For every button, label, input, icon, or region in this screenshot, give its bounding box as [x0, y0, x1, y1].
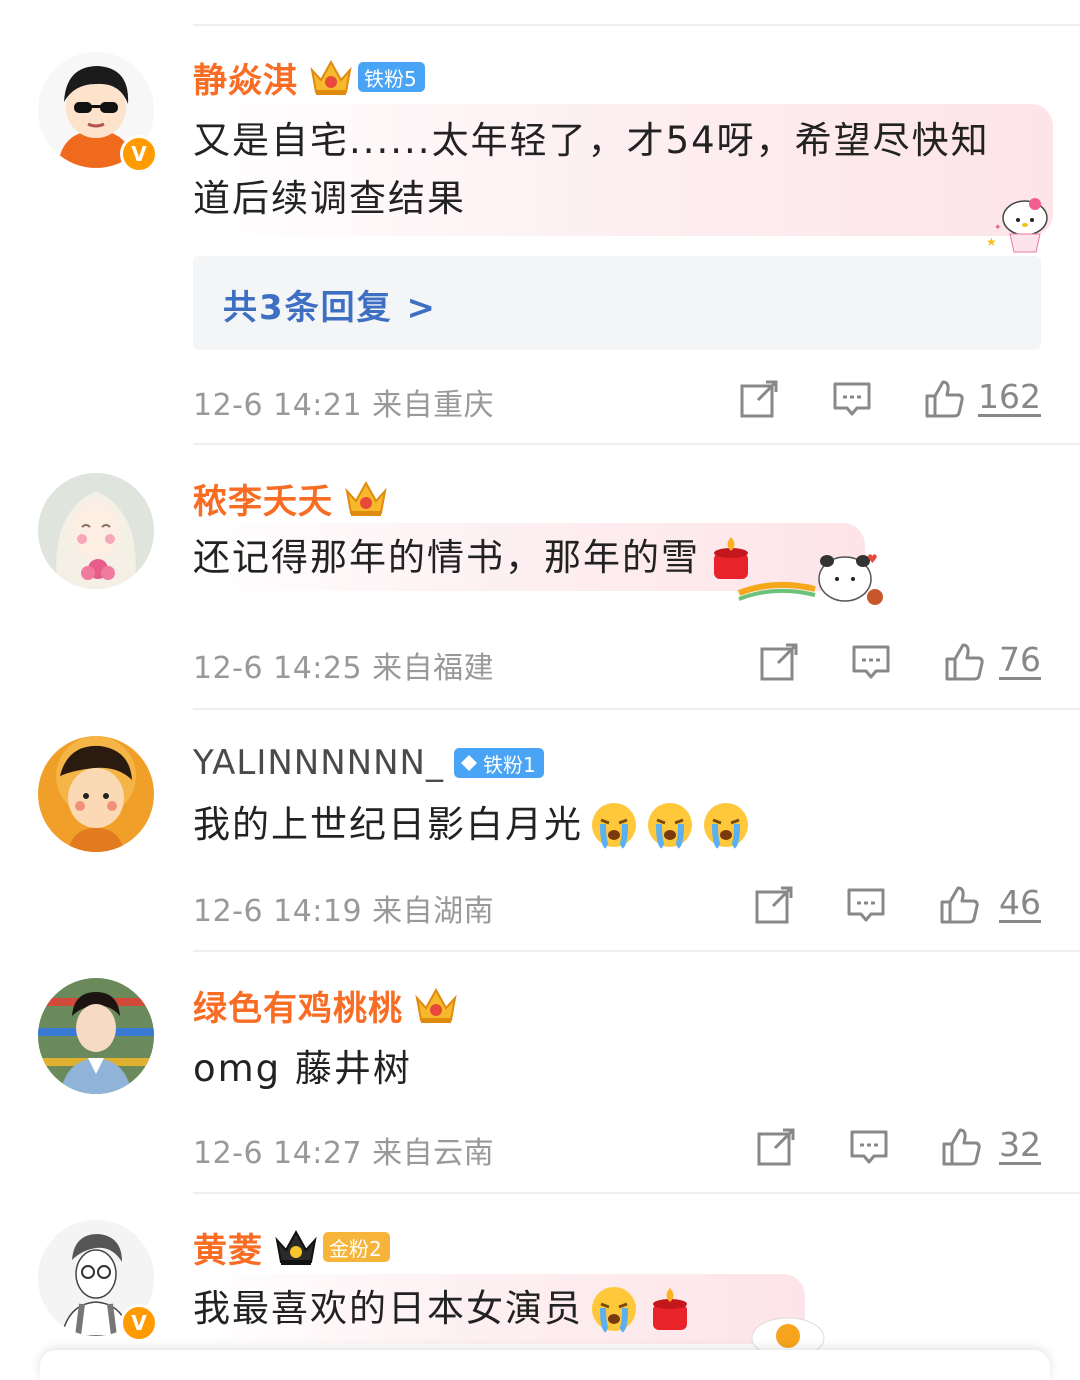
svg-text:★: ★: [986, 235, 997, 249]
comment-text-line: 道后续调查结果: [193, 177, 466, 220]
fan-badge[interactable]: 铁粉5: [358, 62, 425, 92]
crying-emoji: [701, 800, 751, 850]
crown-icon: [310, 59, 352, 95]
username-row: 秾李夭夭: [193, 473, 389, 523]
username-row: YALINNNNNN_ 铁粉1: [193, 738, 544, 788]
comment-item: YALINNNNNN_ 铁粉1 我的上世纪日影白月光 12-6 14:19 来自…: [0, 710, 1080, 952]
username[interactable]: YALINNNNNN_: [193, 743, 444, 783]
like-count[interactable]: 76: [999, 640, 1041, 679]
comment-item: V 黄菱 金粉2 我最喜欢的日本女演员: [0, 1194, 1080, 1368]
crown-icon: [345, 480, 387, 516]
fan-badge[interactable]: 金粉2: [323, 1232, 390, 1262]
crying-emoji: [589, 1284, 639, 1334]
verified-badge: V: [120, 135, 158, 173]
comment-text-line: 我最喜欢的日本女演员: [193, 1287, 583, 1330]
panda-sticker: ♥: [737, 552, 883, 605]
comment-text: 我最喜欢的日本女演员: [193, 1280, 695, 1338]
timestamp-location: 12-6 14:25 来自福建: [193, 651, 495, 686]
comment-item: 秾李夭夭 还记得那年的情书，那年的雪 ♥ 12-6 14:25 来自福建 76: [0, 445, 1080, 709]
comment-text: 又是自宅......太年轻了，才54呀，希望尽快知 道后续调查结果: [193, 112, 990, 228]
comment-text-line: 我的上世纪日影白月光: [193, 803, 583, 846]
candle-emoji: [645, 1284, 695, 1334]
username[interactable]: 绿色有鸡桃桃: [193, 981, 403, 1030]
username[interactable]: 静焱淇: [193, 53, 298, 102]
share-icon[interactable]: [753, 884, 795, 926]
crown-icon: [415, 987, 457, 1023]
comment-meta-row: 12-6 14:25 来自福建 76: [193, 637, 1041, 687]
comment-text: 还记得那年的情书，那年的雪: [193, 529, 756, 587]
avatar[interactable]: [38, 978, 154, 1094]
share-icon[interactable]: [755, 1126, 797, 1168]
hello-kitty-sticker: ★ ✦: [986, 198, 1048, 253]
thumbs-up-icon[interactable]: [940, 1126, 982, 1168]
username-row: 黄菱 金粉2: [193, 1222, 390, 1272]
username-row: 绿色有鸡桃桃: [193, 980, 459, 1030]
comment-text: 我的上世纪日影白月光: [193, 796, 751, 854]
replies-link[interactable]: 共3条回复 >: [223, 280, 437, 329]
crying-emoji: [645, 800, 695, 850]
comment-icon[interactable]: [850, 641, 892, 683]
crying-emoji: [589, 800, 639, 850]
username[interactable]: 黄菱: [193, 1223, 263, 1272]
comment-meta-row: 12-6 14:27 来自云南 32: [193, 1122, 1041, 1172]
diamond-icon: [460, 755, 477, 771]
timestamp-location: 12-6 14:27 来自云南: [193, 1136, 495, 1171]
avatar[interactable]: [38, 473, 154, 589]
comment-text-line: 又是自宅......太年轻了，才54呀，希望尽快知: [193, 119, 990, 162]
fan-badge-label: 铁粉1: [482, 752, 536, 777]
avatar[interactable]: [38, 736, 154, 852]
share-icon[interactable]: [738, 378, 780, 420]
replies-link-box[interactable]: 共3条回复 >: [193, 256, 1041, 350]
share-icon[interactable]: [758, 641, 800, 683]
username[interactable]: 秾李夭夭: [193, 474, 333, 523]
svg-text:✦: ✦: [994, 223, 1002, 233]
thumbs-up-icon[interactable]: [943, 641, 985, 683]
comment-icon[interactable]: [845, 884, 887, 926]
thumbs-up-icon[interactable]: [923, 378, 965, 420]
crown-icon: [275, 1229, 317, 1265]
like-count[interactable]: 162: [978, 377, 1041, 416]
timestamp-location: 12-6 14:19 来自湖南: [193, 894, 495, 929]
comment-item: 绿色有鸡桃桃 omg 藤井树 12-6 14:27 来自云南 32: [0, 952, 1080, 1194]
timestamp-location: 12-6 14:21 来自重庆: [193, 388, 495, 423]
fan-badge[interactable]: 铁粉1: [453, 748, 544, 778]
comment-meta-row: 12-6 14:21 来自重庆 162: [193, 374, 1041, 424]
thumbs-up-icon[interactable]: [938, 884, 980, 926]
comment-icon[interactable]: [848, 1126, 890, 1168]
bottom-panel-edge: [40, 1350, 1050, 1380]
username-row: 静焱淇 铁粉5: [193, 52, 425, 102]
verified-badge: V: [120, 1304, 158, 1342]
comment-meta-row: 12-6 14:19 来自湖南 46: [193, 880, 1041, 930]
like-count[interactable]: 32: [999, 1125, 1041, 1164]
svg-text:♥: ♥: [867, 552, 878, 566]
comment-text-line: 还记得那年的情书，那年的雪: [193, 536, 700, 579]
comment-item: V 静焱淇 铁粉5 又是自宅......太年轻了，才54呀，希望尽快知 道后续调…: [0, 0, 1080, 445]
comment-icon[interactable]: [831, 378, 873, 420]
comment-text-line: omg 藤井树: [193, 1047, 412, 1090]
comment-text: omg 藤井树: [193, 1040, 412, 1098]
like-count[interactable]: 46: [999, 883, 1041, 922]
